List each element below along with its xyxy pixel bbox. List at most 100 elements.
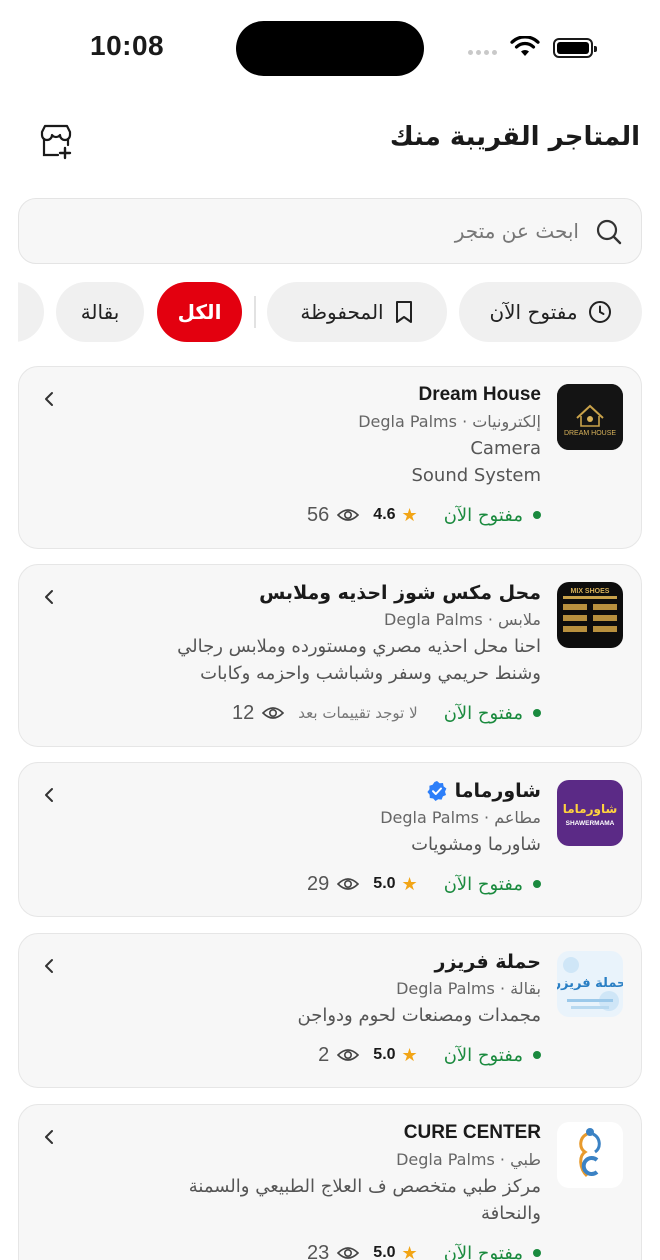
store-meta: إلكترونيات · Degla Palms <box>358 412 541 431</box>
open-status: مفتوح الآن <box>443 1242 523 1260</box>
store-status-row: مفتوح الآن لا توجد تقييمات بعد 12 <box>232 698 541 728</box>
verified-badge-icon <box>427 781 447 801</box>
store-status-row: مفتوح الآن ★ 5.0 23 <box>307 1238 541 1260</box>
header: المتاجر القريبة منك <box>20 112 640 168</box>
filter-label: الكل <box>177 300 222 324</box>
bookmark-icon <box>395 301 412 323</box>
no-reviews-label: لا توجد تقييمات بعد <box>298 704 418 722</box>
store-info: محل مكس شوز احذيه وملابس ملابس · Degla P… <box>71 579 541 687</box>
store-name: CURE CENTER <box>403 1122 541 1143</box>
status-time: 10:08 <box>90 30 165 61</box>
search-input[interactable] <box>59 211 579 251</box>
store-info: شاورماما مطاعم · Degla Palms شاورما ومشو… <box>71 777 541 858</box>
page-title: المتاجر القريبة منك <box>389 122 640 152</box>
rating-value: 5.0 <box>373 1046 396 1063</box>
search-bar[interactable] <box>18 198 642 264</box>
battery-icon <box>553 38 597 58</box>
filter-more[interactable] <box>18 282 44 342</box>
eye-icon <box>337 878 360 890</box>
filter-chips: مفتوح الآن المحفوظة الكل بقالة <box>18 282 642 342</box>
open-status: مفتوح الآن <box>443 504 523 526</box>
filter-grocery[interactable]: بقالة <box>56 282 144 342</box>
status-bar: 10:08 <box>0 0 660 96</box>
store-name-row: شاورماما <box>427 777 541 805</box>
filter-saved[interactable]: المحفوظة <box>267 282 447 342</box>
star-icon: ★ <box>401 1044 418 1066</box>
open-dot <box>533 1249 541 1257</box>
store-status-row: مفتوح الآن ★ 5.0 2 <box>318 1040 541 1070</box>
filter-open-now[interactable]: مفتوح الآن <box>459 282 642 342</box>
dynamic-island <box>236 21 424 76</box>
view-count: 56 <box>307 503 330 526</box>
view-count: 12 <box>232 701 255 724</box>
store-name: شاورماما <box>454 780 541 802</box>
rating-value: 4.6 <box>373 506 396 523</box>
chevron-left-icon[interactable] <box>39 1127 59 1147</box>
store-logo <box>557 1122 623 1188</box>
store-meta: مطاعم · Degla Palms <box>380 808 541 827</box>
chevron-left-icon[interactable] <box>39 389 59 409</box>
svg-text:SHAWERMAMA: SHAWERMAMA <box>566 820 615 827</box>
store-description: Sound System <box>411 465 541 486</box>
store-description: شاورما ومشويات <box>411 834 541 855</box>
store-description: مركز طبي متخصص ف العلاج الطبيعي والسمنة <box>188 1176 541 1197</box>
store-logo: شاورماما SHAWERMAMA <box>557 780 623 846</box>
store-logo: حملة فريزر <box>557 951 623 1017</box>
star-icon: ★ <box>401 504 418 526</box>
clock-icon <box>588 301 611 323</box>
chevron-left-icon[interactable] <box>39 587 59 607</box>
cellular-signal-icon <box>468 50 497 55</box>
store-logo: MIX SHOES <box>557 582 623 648</box>
store-name: حملة فريزر <box>434 951 541 973</box>
search-icon <box>596 219 622 245</box>
view-count: 2 <box>318 1043 330 1066</box>
svg-text:DREAM HOUSE: DREAM HOUSE <box>564 430 616 437</box>
store-meta: ملابس · Degla Palms <box>384 610 541 629</box>
store-name: Dream House <box>418 384 542 405</box>
store-info: CURE CENTER طبي · Degla Palms مركز طبي م… <box>71 1119 541 1227</box>
store-card[interactable]: CURE CENTER طبي · Degla Palms مركز طبي م… <box>18 1104 642 1260</box>
open-dot <box>533 511 541 519</box>
filter-label: بقالة <box>80 300 120 324</box>
store-info: Dream House إلكترونيات · Degla Palms Cam… <box>71 381 541 489</box>
store-description: والنحافة <box>481 1203 541 1224</box>
eye-icon <box>337 1247 360 1259</box>
store-card[interactable]: MIX SHOES محل مكس شوز احذيه وملابس ملابس… <box>18 564 642 747</box>
open-status: مفتوح الآن <box>443 1044 523 1066</box>
open-dot <box>533 1051 541 1059</box>
filter-label: المحفوظة <box>300 300 384 324</box>
store-logo: DREAM HOUSE <box>557 384 623 450</box>
rating-value: 5.0 <box>373 875 396 892</box>
filter-label: مفتوح الآن <box>489 300 578 324</box>
eye-icon <box>337 1049 360 1061</box>
add-store-icon[interactable] <box>36 122 76 162</box>
store-info: حملة فريزر بقالة · Degla Palms مجمدات وم… <box>71 948 542 1029</box>
store-card[interactable]: DREAM HOUSE Dream House إلكترونيات · Deg… <box>18 366 642 549</box>
store-meta: طبي · Degla Palms <box>396 1150 541 1169</box>
open-status: مفتوح الآن <box>443 702 523 724</box>
store-description: مجمدات ومصنعات لحوم ودواجن <box>297 1005 542 1026</box>
view-count: 23 <box>307 1241 330 1260</box>
store-meta: بقالة · Degla Palms <box>396 979 541 998</box>
filter-all[interactable]: الكل <box>157 282 242 342</box>
svg-text:MIX SHOES: MIX SHOES <box>571 588 610 595</box>
chevron-left-icon[interactable] <box>39 785 59 805</box>
store-status-row: مفتوح الآن ★ 4.6 56 <box>307 500 541 530</box>
open-status: مفتوح الآن <box>443 873 523 895</box>
store-description: وشنط حريمي وسفر وشباشب واحزمه وكابات <box>200 663 541 684</box>
chevron-left-icon[interactable] <box>39 956 59 976</box>
svg-text:شاورماما: شاورماما <box>563 802 618 817</box>
open-dot <box>533 709 541 717</box>
eye-icon <box>262 707 285 719</box>
rating-value: 5.0 <box>373 1244 396 1260</box>
eye-icon <box>337 509 360 521</box>
store-card[interactable]: شاورماما SHAWERMAMA شاورماما مطاعم · Deg… <box>18 762 642 917</box>
open-dot <box>533 880 541 888</box>
chip-divider <box>254 296 256 328</box>
wifi-icon <box>510 36 540 56</box>
view-count: 29 <box>307 872 330 895</box>
store-card[interactable]: حملة فريزر حملة فريزر بقالة · Degla Palm… <box>18 933 642 1088</box>
star-icon: ★ <box>401 873 418 895</box>
store-name: محل مكس شوز احذيه وملابس <box>259 582 541 604</box>
store-description: Camera <box>470 438 541 459</box>
